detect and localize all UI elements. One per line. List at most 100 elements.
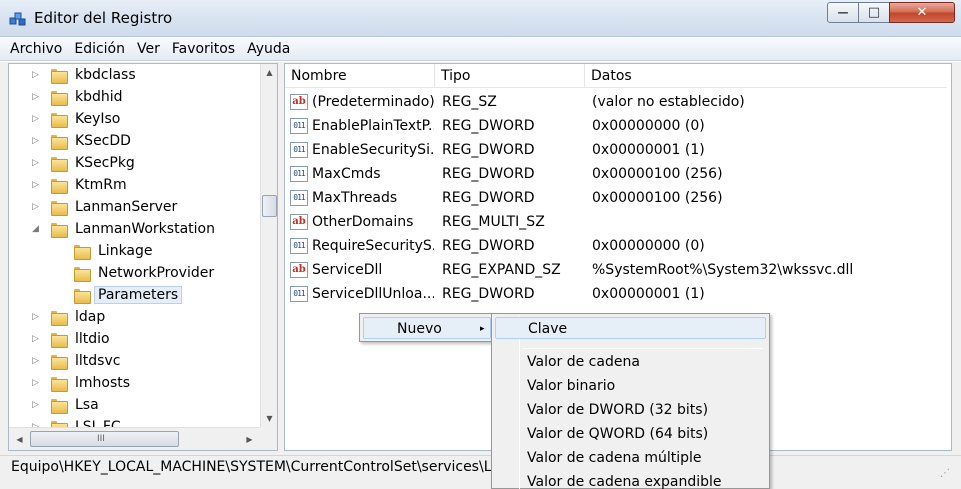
value-row[interactable]: 011 EnableSecuritySi... REG_DWORD 0x0000000… [285,138,947,162]
value-data: 0x00000100 (256) [592,190,723,206]
value-type: REG_DWORD [442,238,535,254]
value-row[interactable]: 011 ServiceDllUnloa... REG_DWORD 0x00000001… [285,282,947,306]
folder-icon [51,376,68,392]
expand-arrow-icon[interactable]: ▷ [32,334,42,344]
tree-item[interactable]: ▷ lltdsvc [32,350,120,372]
menu-ver[interactable]: Ver [131,38,166,60]
value-type: REG_DWORD [442,166,535,182]
tree-item[interactable]: ▷ KeyIso [32,108,120,130]
column-header-nombre[interactable]: Nombre [285,64,435,88]
tree-item[interactable]: ▷ KSecDD [32,130,131,152]
tree-item-label: ldap [75,309,106,325]
tree-item[interactable]: ▷ LanmanServer [32,196,177,218]
submenu-item[interactable]: Valor de cadena múltiple [495,447,766,469]
tree-horizontal-scrollbar[interactable]: ◀ III ▶ [9,427,260,450]
tree-item-label: Parameters [94,286,183,304]
folder-icon [51,222,68,238]
tree-item-label: Linkage [98,243,153,259]
column-header-datos[interactable]: Datos [585,64,947,88]
folder-icon [51,112,68,128]
menu-separator [523,348,763,349]
value-row[interactable]: 011 MaxCmds REG_DWORD 0x00000100 (256) [285,162,947,186]
menu-edicion[interactable]: Edición [68,38,131,60]
expand-arrow-icon[interactable]: ▷ [32,158,42,168]
tree-item-label: lltdio [75,331,110,347]
expand-arrow-icon[interactable]: ▷ [32,312,42,322]
tree-item[interactable]: Parameters [55,284,183,306]
expand-arrow-icon[interactable]: ▷ [32,180,42,190]
column-header-tipo[interactable]: Tipo [435,64,585,88]
minimize-button[interactable]: — [827,2,859,23]
submenu-item[interactable]: Valor de cadena expandible [495,471,766,489]
menu-item-nuevo[interactable]: Nuevo ▸ [363,317,491,339]
value-type: REG_SZ [442,94,497,110]
submenu-item[interactable]: Clave [495,317,766,339]
value-type: REG_DWORD [442,286,535,302]
submenu-item-label: Valor de DWORD (32 bits) [527,402,709,418]
tree-item[interactable]: ◢ LanmanWorkstation [32,218,215,240]
string-value-icon: ab [290,262,308,278]
value-row[interactable]: ab (Predeterminado) REG_SZ (valor no establ… [285,90,947,114]
value-row[interactable]: 011 EnablePlainTextP... REG_DWORD 0x0000000… [285,114,947,138]
menu-item-nuevo-label: Nuevo [397,321,442,337]
tree-item[interactable]: NetworkProvider [55,262,214,284]
value-row[interactable]: 011 MaxThreads REG_DWORD 0x00000100 (256) [285,186,947,210]
submenu-item[interactable]: Valor de cadena [495,351,766,373]
tree-item[interactable]: Linkage [55,240,153,262]
value-row[interactable]: 011 RequireSecurityS... REG_DWORD 0x0000000… [285,234,947,258]
submenu-item[interactable]: Valor de DWORD (32 bits) [495,399,766,421]
submenu-item[interactable]: Valor binario [495,375,766,397]
title-bar: Editor del Registro — □ ✕ [0,0,961,37]
tree-horizontal-scroll-thumb[interactable]: III [30,431,179,447]
tree-vertical-scrollbar[interactable]: ▲ ▼ [260,64,277,427]
submenu-item-label: Valor de cadena expandible [527,474,722,489]
tree-rows: ▷ kbdclass ▷ kbdhid ▷ KeyIso ▷ KSecDD ▷ KSecPkg ▷ K… [9,64,260,427]
expand-arrow-icon[interactable]: ▷ [32,114,42,124]
expand-arrow-icon[interactable]: ▷ [32,356,42,366]
tree-item[interactable]: ▷ LSI_FC [32,416,121,427]
tree-item[interactable]: ▷ lltdio [32,328,110,350]
tree-vertical-scroll-thumb[interactable] [262,195,277,217]
tree-item[interactable]: ▷ kbdclass [32,64,136,86]
folder-icon [51,200,68,216]
list-header: Nombre Tipo Datos [285,64,947,88]
submenu-item-label: Valor de cadena [527,354,640,370]
status-path: Equipo\HKEY_LOCAL_MACHINE\SYSTEM\Current… [11,459,491,475]
value-data: 0x00000000 (0) [592,118,705,134]
expand-arrow-icon[interactable]: ▷ [32,70,42,80]
folder-icon [74,266,91,282]
folder-icon [51,420,68,427]
tree-item[interactable]: ▷ lmhosts [32,372,130,394]
value-row[interactable]: ab ServiceDll REG_EXPAND_SZ %SystemRoot%\Sy… [285,258,947,282]
value-type: REG_DWORD [442,142,535,158]
binary-value-icon: 011 [290,190,308,206]
expand-arrow-icon[interactable]: ▷ [32,202,42,212]
value-name: ServiceDll [312,262,383,278]
resize-grip-icon[interactable]: ⋰ [940,468,954,482]
value-row[interactable]: ab OtherDomains REG_MULTI_SZ [285,210,947,234]
tree-item[interactable]: ▷ KtmRm [32,174,127,196]
scroll-right-icon[interactable]: ▶ [241,431,258,448]
submenu-item[interactable]: Valor de QWORD (64 bits) [495,423,766,445]
maximize-button[interactable]: □ [858,2,890,23]
menu-ayuda[interactable]: Ayuda [241,38,296,60]
close-button[interactable]: ✕ [889,2,955,23]
tree-item[interactable]: ▷ kbdhid [32,86,123,108]
expand-arrow-icon[interactable]: ◢ [32,224,42,234]
tree-item[interactable]: ▷ KSecPkg [32,152,135,174]
scroll-down-icon[interactable]: ▼ [261,410,278,427]
expand-arrow-icon[interactable]: ▷ [32,378,42,388]
expand-arrow-icon[interactable]: ▷ [32,136,42,146]
scroll-left-icon[interactable]: ◀ [11,431,28,448]
tree-item[interactable]: ▷ Lsa [32,394,99,416]
key-tree[interactable]: ▷ kbdclass ▷ kbdhid ▷ KeyIso ▷ KSecDD ▷ KSecPkg ▷ K… [8,63,278,451]
scroll-up-icon[interactable]: ▲ [261,64,278,81]
tree-item-label: KeyIso [75,111,121,127]
expand-arrow-icon[interactable]: ▷ [32,400,42,410]
submenu-item-label: Valor binario [527,378,616,394]
tree-item[interactable]: ▷ ldap [32,306,105,328]
menu-archivo[interactable]: Archivo [4,38,68,60]
expand-arrow-icon[interactable]: ▷ [32,92,42,102]
menu-favoritos[interactable]: Favoritos [166,38,241,60]
